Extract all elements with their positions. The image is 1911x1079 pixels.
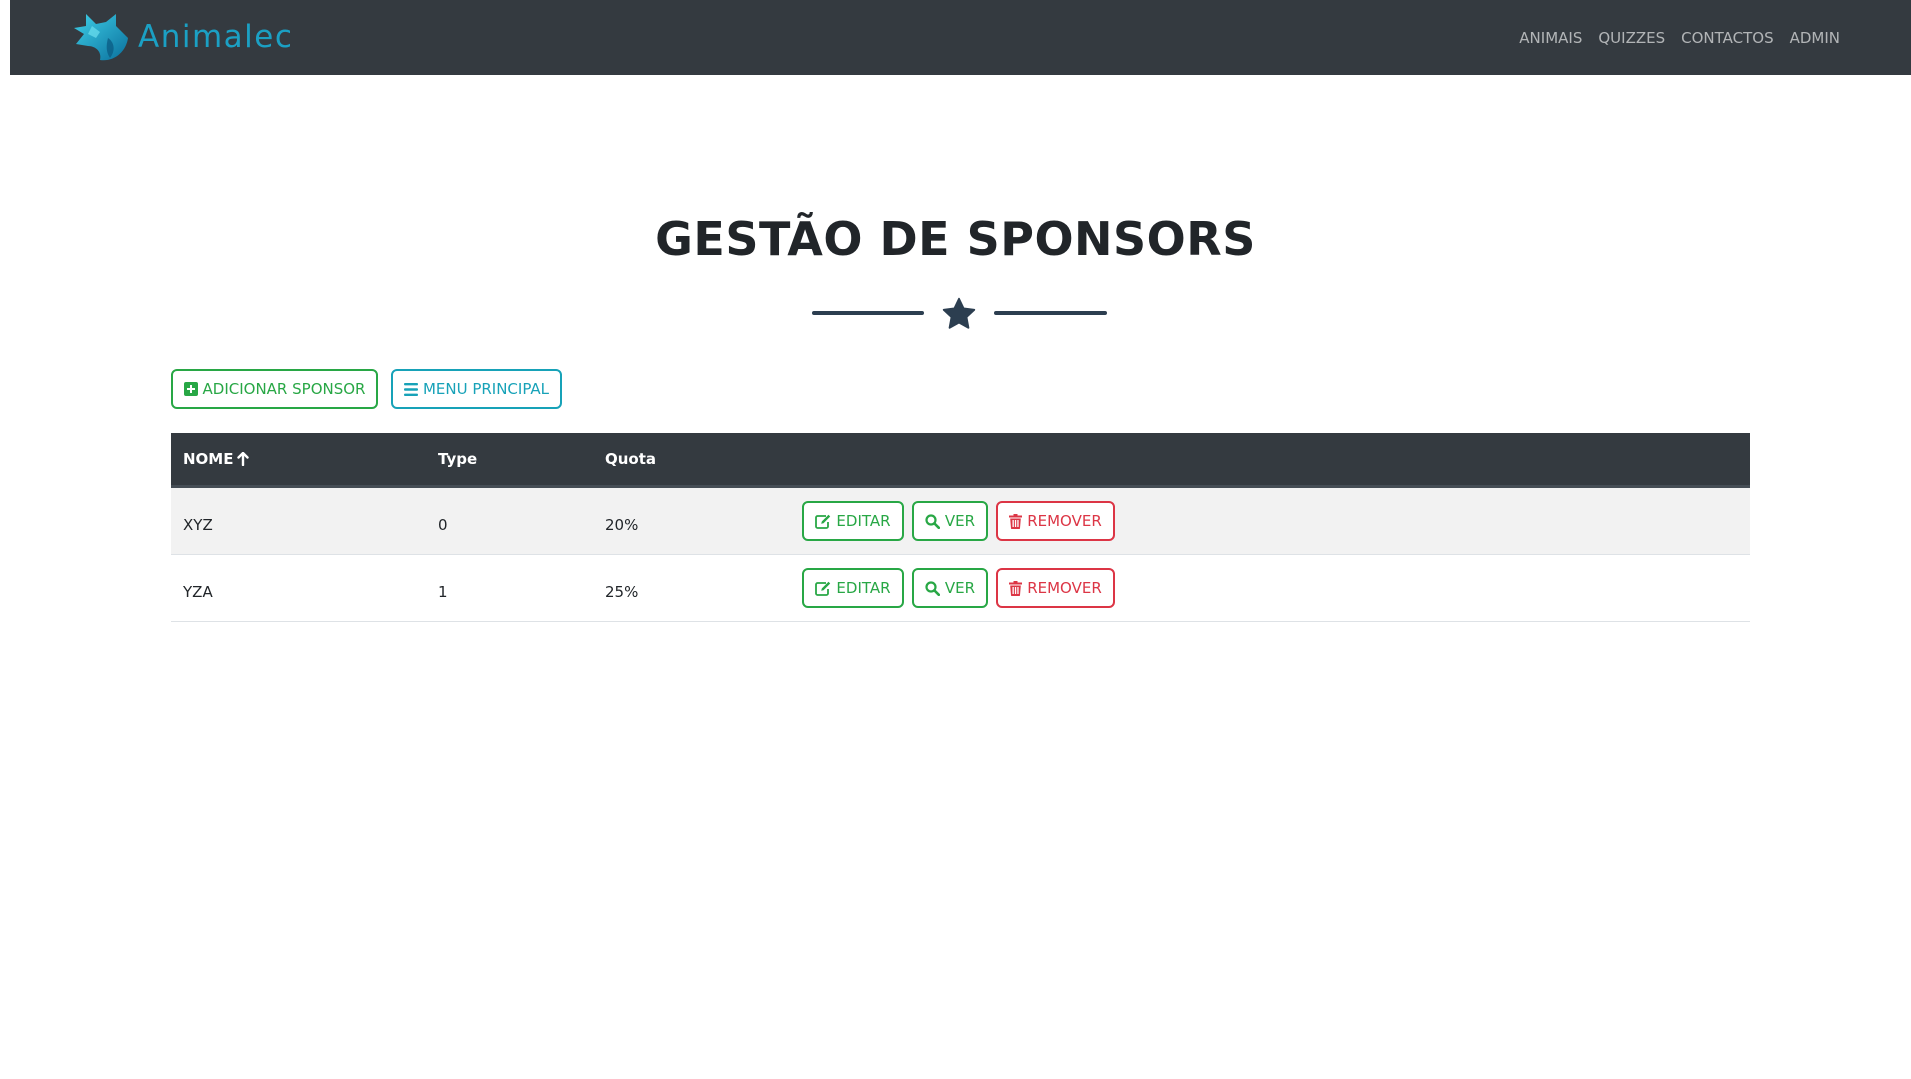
nav-admin[interactable]: ADMIN	[1790, 29, 1840, 47]
nav-quizzes[interactable]: QUIZZES	[1598, 29, 1665, 47]
main-menu-button[interactable]: MENU PRINCIPAL	[391, 369, 562, 409]
trash-icon	[1009, 580, 1023, 596]
table-row: YZA 1 25% EDITAR VER REMOVER	[171, 555, 1750, 622]
star-icon	[942, 297, 976, 329]
cell-nome: XYZ	[183, 516, 213, 534]
cell-type: 1	[438, 583, 448, 601]
arrow-up-icon	[237, 452, 250, 466]
nav-links: ANIMAIS QUIZZES CONTACTOS ADMIN	[1503, 0, 1840, 75]
column-header-nome[interactable]: NOME	[183, 433, 250, 485]
edit-icon	[815, 514, 831, 529]
remove-button[interactable]: REMOVER	[996, 501, 1115, 541]
view-label: VER	[944, 579, 976, 597]
sponsors-table: NOME Type Quota XYZ 0 20% EDITAR VER REM…	[171, 433, 1750, 622]
page-title: GESTÃO DE SPONSORS	[655, 212, 1256, 266]
brand-link[interactable]: Animalec	[72, 12, 293, 64]
divider-line-left	[812, 311, 924, 315]
cell-quota: 25%	[605, 583, 639, 601]
column-header-nome-label: NOME	[183, 450, 234, 468]
bars-icon	[403, 382, 418, 396]
view-button[interactable]: VER	[912, 501, 988, 541]
search-icon	[925, 513, 940, 529]
add-sponsor-label: ADICIONAR SPONSOR	[202, 380, 366, 398]
nav-contactos[interactable]: CONTACTOS	[1681, 29, 1773, 47]
remove-button[interactable]: REMOVER	[996, 568, 1115, 608]
column-header-quota: Quota	[605, 450, 657, 468]
nav-animais[interactable]: ANIMAIS	[1519, 29, 1582, 47]
plus-square-icon	[183, 382, 198, 396]
trash-icon	[1009, 513, 1023, 529]
add-sponsor-button[interactable]: ADICIONAR SPONSOR	[171, 369, 378, 409]
cell-type: 0	[438, 516, 448, 534]
navbar: Animalec ANIMAIS QUIZZES CONTACTOS ADMIN	[10, 0, 1911, 75]
edit-button[interactable]: EDITAR	[802, 501, 904, 541]
table-row: XYZ 0 20% EDITAR VER REMOVER	[171, 488, 1750, 555]
wolf-logo-icon	[74, 14, 128, 61]
edit-button[interactable]: EDITAR	[802, 568, 904, 608]
cell-quota: 20%	[605, 516, 639, 534]
column-header-type: Type	[438, 450, 478, 468]
main-menu-label: MENU PRINCIPAL	[422, 380, 550, 398]
edit-label: EDITAR	[836, 579, 891, 597]
search-icon	[925, 580, 940, 596]
divider-line-right	[994, 311, 1107, 315]
table-header: NOME Type Quota	[171, 433, 1750, 488]
brand-name: Animalec	[138, 19, 294, 55]
remove-label: REMOVER	[1027, 579, 1102, 597]
edit-label: EDITAR	[836, 512, 891, 530]
edit-icon	[815, 581, 831, 596]
title-divider	[812, 296, 1107, 332]
view-button[interactable]: VER	[912, 568, 988, 608]
cell-nome: YZA	[183, 583, 213, 601]
remove-label: REMOVER	[1027, 512, 1102, 530]
view-label: VER	[944, 512, 976, 530]
